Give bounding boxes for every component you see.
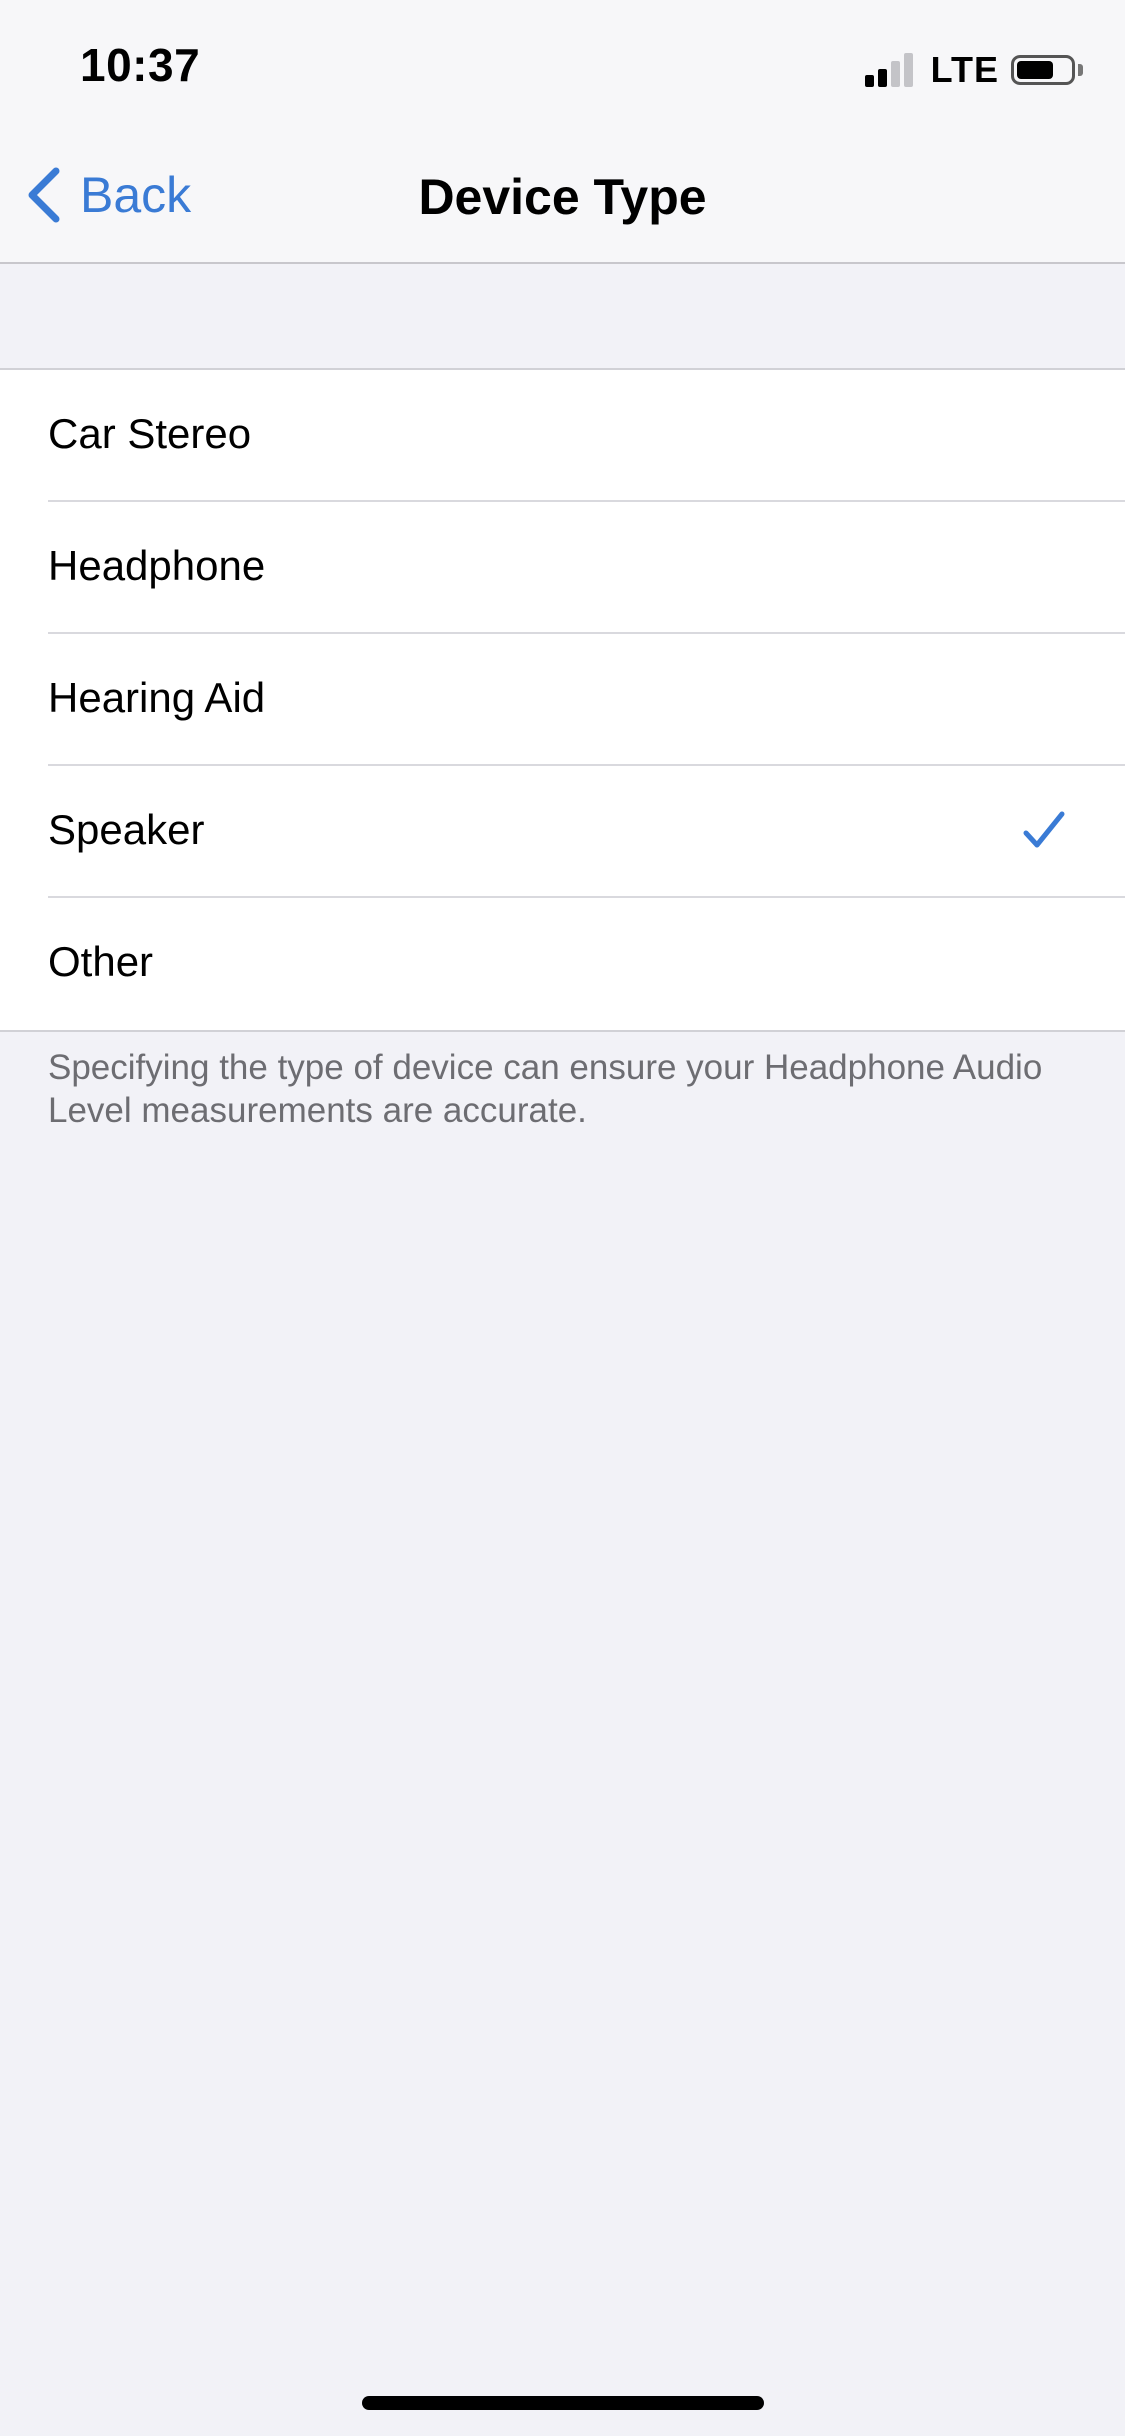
network-type: LTE bbox=[930, 49, 999, 90]
status-time: 10:37 bbox=[80, 39, 201, 91]
list-item-label: Speaker bbox=[48, 806, 205, 853]
battery-level-fill bbox=[1017, 61, 1054, 79]
signal-bar bbox=[864, 75, 874, 87]
home-indicator[interactable] bbox=[362, 2396, 764, 2410]
list-item-other[interactable]: Other bbox=[0, 898, 1125, 1030]
page-title: Device Type bbox=[418, 169, 707, 225]
list-item-label: Headphone bbox=[48, 542, 266, 589]
list-item-label: Other bbox=[48, 938, 154, 985]
status-bar: 10:37 LTE bbox=[0, 0, 1125, 132]
cellular-signal-icon bbox=[864, 53, 917, 87]
battery-cap bbox=[1078, 64, 1083, 76]
list-item-label: Car Stereo bbox=[48, 410, 252, 457]
signal-bar bbox=[877, 69, 887, 87]
footer-note: Specifying the type of device can ensure… bbox=[48, 1048, 1043, 1130]
navigation-bar: Back Device Type bbox=[0, 132, 1125, 264]
checkmark-icon bbox=[1023, 811, 1065, 848]
status-indicators: LTE bbox=[864, 49, 1083, 90]
list-item-speaker[interactable]: Speaker bbox=[0, 766, 1125, 898]
list-item-label: Hearing Aid bbox=[48, 674, 266, 721]
list-item-hearing-aid[interactable]: Hearing Aid bbox=[0, 634, 1125, 766]
list-item-headphone[interactable]: Headphone bbox=[0, 502, 1125, 634]
device-type-list: Car Stereo Headphone Hearing Aid Speaker Oth… bbox=[0, 368, 1125, 1032]
signal-bar bbox=[903, 53, 913, 87]
list-item-car-stereo[interactable]: Car Stereo bbox=[0, 370, 1125, 502]
battery-icon bbox=[1011, 55, 1075, 85]
signal-bar bbox=[890, 61, 900, 87]
